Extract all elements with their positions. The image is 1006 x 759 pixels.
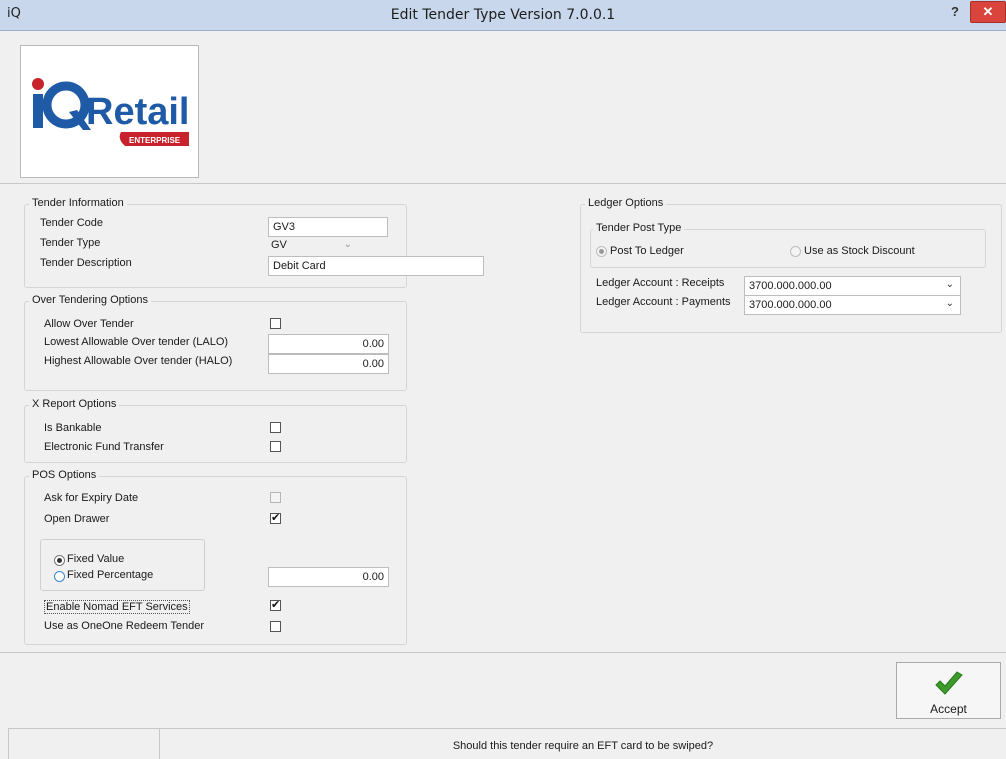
svg-text:ENTERPRISE: ENTERPRISE xyxy=(129,136,181,145)
chevron-down-icon: ⌄ xyxy=(945,298,954,309)
allow-over-tender-label: Allow Over Tender xyxy=(44,318,134,330)
footer-divider xyxy=(0,652,1006,653)
chevron-down-icon: ⌄ xyxy=(343,239,352,250)
svg-text:Retail: Retail xyxy=(86,91,189,133)
fixed-percentage-label: Fixed Percentage xyxy=(67,569,154,581)
fixed-value-label: Fixed Value xyxy=(67,553,125,565)
tender-code-input[interactable]: GV3 xyxy=(268,217,388,237)
ledger-receipts-label: Ledger Account : Receipts xyxy=(596,277,725,289)
accept-label: Accept xyxy=(930,702,967,716)
window-title: Edit Tender Type Version 7.0.0.1 xyxy=(390,7,616,23)
nomad-eft-checkbox[interactable]: ✔ xyxy=(270,600,281,611)
lalo-label: Lowest Allowable Over tender (LALO) xyxy=(44,336,229,348)
is-bankable-checkbox[interactable] xyxy=(270,422,281,433)
allow-over-tender-checkbox[interactable] xyxy=(270,318,281,329)
stock-discount-label: Use as Stock Discount xyxy=(804,245,915,257)
open-drawer-label: Open Drawer xyxy=(44,513,110,525)
ledger-payments-label: Ledger Account : Payments xyxy=(596,296,731,308)
post-to-ledger-label: Post To Ledger xyxy=(610,245,684,257)
ledger-receipts-value: 3700.000.000.00 xyxy=(749,280,832,292)
electronic-fund-transfer-checkbox[interactable] xyxy=(270,441,281,452)
tender-code-label: Tender Code xyxy=(40,217,103,229)
fixed-percentage-radio[interactable] xyxy=(54,571,65,582)
status-message: Should this tender require an EFT card t… xyxy=(452,740,714,752)
logo-graphic: Retail ENTERPRISE xyxy=(32,78,189,146)
checkmark-icon: ✔ xyxy=(271,599,281,611)
tender-type-label: Tender Type xyxy=(40,237,101,249)
stock-discount-radio[interactable] xyxy=(790,246,801,257)
lalo-input[interactable]: 0.00 xyxy=(268,334,389,354)
tender-description-label: Tender Description xyxy=(40,257,132,269)
tender-type-select[interactable]: GV ⌄ xyxy=(268,237,358,256)
value-mode-box xyxy=(40,539,205,591)
checkmark-icon xyxy=(934,671,963,695)
fixed-value-radio[interactable] xyxy=(54,555,65,566)
ask-expiry-date-label: Ask for Expiry Date xyxy=(44,492,139,504)
checkmark-icon: ✔ xyxy=(271,512,281,524)
over-tendering-legend: Over Tendering Options xyxy=(29,294,151,306)
ledger-payments-value: 3700.000.000.00 xyxy=(749,299,832,311)
electronic-fund-transfer-label: Electronic Fund Transfer xyxy=(44,441,164,453)
accept-button[interactable]: Accept xyxy=(896,662,1001,719)
close-button[interactable]: ✕ xyxy=(970,1,1006,23)
tender-post-type-legend: Tender Post Type xyxy=(593,222,685,234)
pos-options-legend: POS Options xyxy=(29,469,100,481)
fixed-amount-input[interactable]: 0.00 xyxy=(268,567,389,587)
oneone-redeem-checkbox[interactable] xyxy=(270,621,281,632)
ledger-receipts-select[interactable]: 3700.000.000.00 ⌄ xyxy=(744,276,961,296)
ask-expiry-date-checkbox[interactable] xyxy=(270,492,281,503)
post-to-ledger-radio[interactable] xyxy=(596,246,607,257)
ledger-options-legend: Ledger Options xyxy=(585,197,667,209)
help-button[interactable]: ? xyxy=(942,4,968,24)
status-cell-empty xyxy=(8,729,160,759)
chevron-down-icon: ⌄ xyxy=(945,279,954,290)
tender-information-legend: Tender Information xyxy=(29,197,127,209)
halo-label: Highest Allowable Over tender (HALO) xyxy=(44,355,233,367)
halo-input[interactable]: 0.00 xyxy=(268,354,389,374)
x-report-group xyxy=(24,405,407,463)
tender-type-value: GV xyxy=(271,239,287,251)
nomad-eft-label: Enable Nomad EFT Services xyxy=(44,600,190,614)
x-report-legend: X Report Options xyxy=(29,398,120,410)
open-drawer-checkbox[interactable]: ✔ xyxy=(270,513,281,524)
oneone-redeem-label: Use as OneOne Redeem Tender xyxy=(44,620,204,632)
tender-description-input[interactable]: Debit Card xyxy=(268,256,484,276)
ledger-payments-select[interactable]: 3700.000.000.00 ⌄ xyxy=(744,295,961,315)
is-bankable-label: Is Bankable xyxy=(44,422,102,434)
iq-retail-logo: Retail ENTERPRISE xyxy=(20,45,199,178)
